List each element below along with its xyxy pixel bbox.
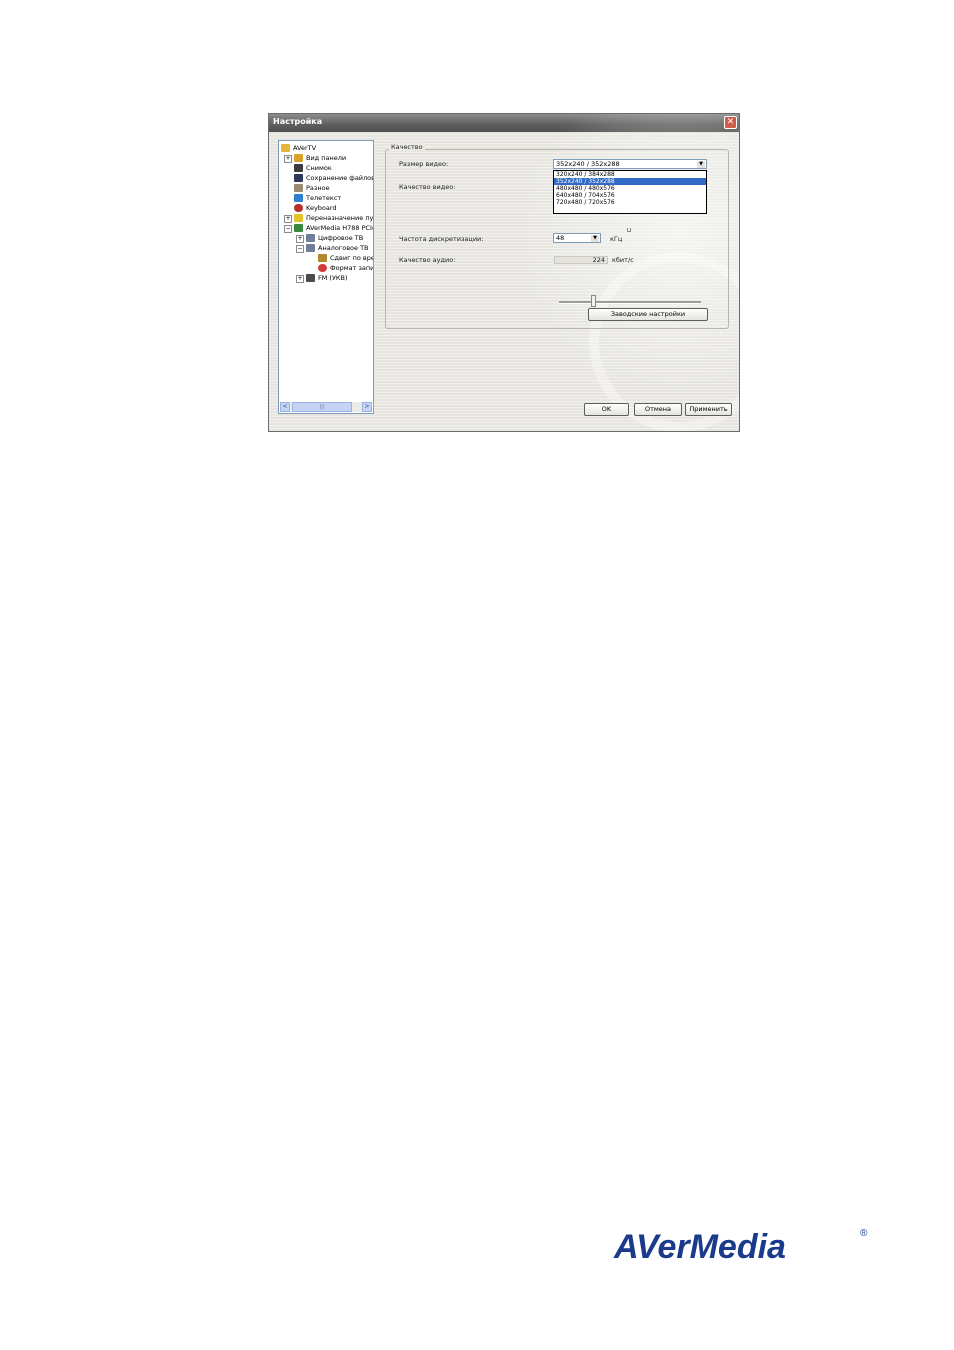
avermedia-logo: AVerMedia ® [613,1228,868,1266]
logo-text: AVerMedia [613,1228,786,1266]
tree-item-label: Сохранение файлов [306,174,374,182]
settings-tree[interactable]: AVerTV + Вид панели Снимок Сохранение фа… [278,140,374,414]
chevron-down-icon[interactable]: ▼ [591,235,599,242]
sample-rate-select[interactable]: 48 ▼ [553,233,601,243]
tv-card-icon [294,224,303,232]
tree-item-remote-remap[interactable]: Переназначение пул [294,213,374,223]
video-size-value: 352x240 / 352x288 [556,160,620,168]
dialog-client: AVerTV + Вид панели Снимок Сохранение фа… [269,114,739,431]
expand-icon[interactable]: + [284,215,292,223]
quality-group-label: Качество [389,143,425,151]
panel-icon [294,154,303,162]
audio-quality-value: 224 [554,256,608,264]
video-size-label: Размер видео: [399,160,449,168]
tree-item-teletext[interactable]: Телетекст [294,193,341,203]
video-size-option-selected[interactable]: 352x240 / 352x288 [554,178,706,185]
tree-item-misc[interactable]: Разное [294,183,330,193]
sample-rate-unit: кГц [610,235,623,243]
cancel-button[interactable]: Отмена [634,403,682,416]
tree-item-label: Переназначение пул [306,214,374,222]
video-size-option[interactable]: 320x240 / 384x288 [554,171,706,178]
tree-item-label: AVerMedia H788 PCIe [306,224,374,232]
scroll-right-button[interactable]: > [362,402,372,412]
analog-tv-icon [306,244,315,252]
video-quality-slider-thumb[interactable] [627,228,631,232]
video-size-option[interactable]: 480x480 / 480x576 [554,185,706,192]
tree-item-timeshift[interactable]: Сдвиг по вре [318,253,374,263]
audio-quality-label: Качество аудио: [399,256,456,264]
video-size-dropdown[interactable]: 320x240 / 384x288 352x240 / 352x288 480x… [553,170,707,214]
tree-item-device[interactable]: AVerMedia H788 PCIe [294,223,374,233]
factory-defaults-button[interactable]: Заводские настройки [588,308,708,321]
expand-icon[interactable]: + [296,275,304,283]
audio-quality-unit: кбит/с [612,256,634,264]
camera-icon [294,164,303,172]
tree-item-label: Сдвиг по вре [330,254,374,262]
tree-item-label: Разное [306,184,330,192]
timeshift-icon [318,254,327,262]
video-size-option[interactable]: 640x480 / 704x576 [554,192,706,199]
settings-dialog: Настройка ✕ AVerTV + Вид панели Снимок С… [268,113,740,432]
video-size-select[interactable]: 352x240 / 352x288 ▼ [553,159,707,169]
tree-item-avertv[interactable]: AVerTV [281,143,316,153]
radio-icon [306,274,315,282]
remote-icon [294,214,303,222]
registered-mark: ® [860,1228,868,1239]
tools-icon [294,184,303,192]
scroll-left-button[interactable]: < [280,402,290,412]
tree-item-panel-view[interactable]: Вид панели [294,153,346,163]
video-quality-label: Качество видео: [399,183,456,191]
tree-item-label: Keyboard [306,204,337,212]
sample-rate-value: 48 [556,234,565,242]
expand-icon[interactable]: + [284,155,292,163]
floppy-disk-icon [294,174,303,182]
dialog-title: Настройка [273,117,323,126]
sample-rate-label: Частота дискретизации: [399,235,484,243]
tree-item-label: Аналоговое ТВ [318,244,369,252]
video-size-option[interactable]: 720x480 / 720x576 [554,199,706,206]
tree-item-label: Телетекст [306,194,342,202]
tree-item-label: Вид панели [306,154,347,162]
tree-item-fm[interactable]: FM (УКВ) [306,273,348,283]
digital-tv-icon [306,234,315,242]
tree-item-label: Цифровое ТВ [318,234,364,242]
record-icon [318,264,327,272]
tree-item-file-saving[interactable]: Сохранение файлов [294,173,374,183]
tree-horizontal-scrollbar[interactable]: < ||| > [280,402,372,412]
tree-item-label: FM (УКВ) [318,274,348,282]
tree-item-label: AVerTV [293,144,317,152]
audio-quality-slider-thumb[interactable] [590,295,596,307]
expand-icon[interactable]: + [296,235,304,243]
collapse-icon[interactable]: − [296,245,304,253]
tree-item-keyboard[interactable]: Keyboard [294,203,337,213]
tree-item-label: Формат запи [330,264,374,272]
teletext-icon [294,194,303,202]
scrollbar-thumb[interactable]: ||| [292,402,352,412]
apply-button[interactable]: Применить [685,403,732,416]
tree-item-analog-tv[interactable]: Аналоговое ТВ [306,243,369,253]
avertv-icon [281,144,290,152]
tree-item-snapshot[interactable]: Снимок [294,163,332,173]
keyboard-icon [294,204,303,212]
tree-item-digital-tv[interactable]: Цифровое ТВ [306,233,363,243]
tree-item-label: Снимок [306,164,332,172]
ok-button[interactable]: OK [584,403,629,416]
chevron-down-icon[interactable]: ▼ [697,161,705,168]
tree-item-record-format[interactable]: Формат запи [318,263,374,273]
collapse-icon[interactable]: − [284,225,292,233]
audio-quality-slider-track[interactable] [559,301,701,304]
